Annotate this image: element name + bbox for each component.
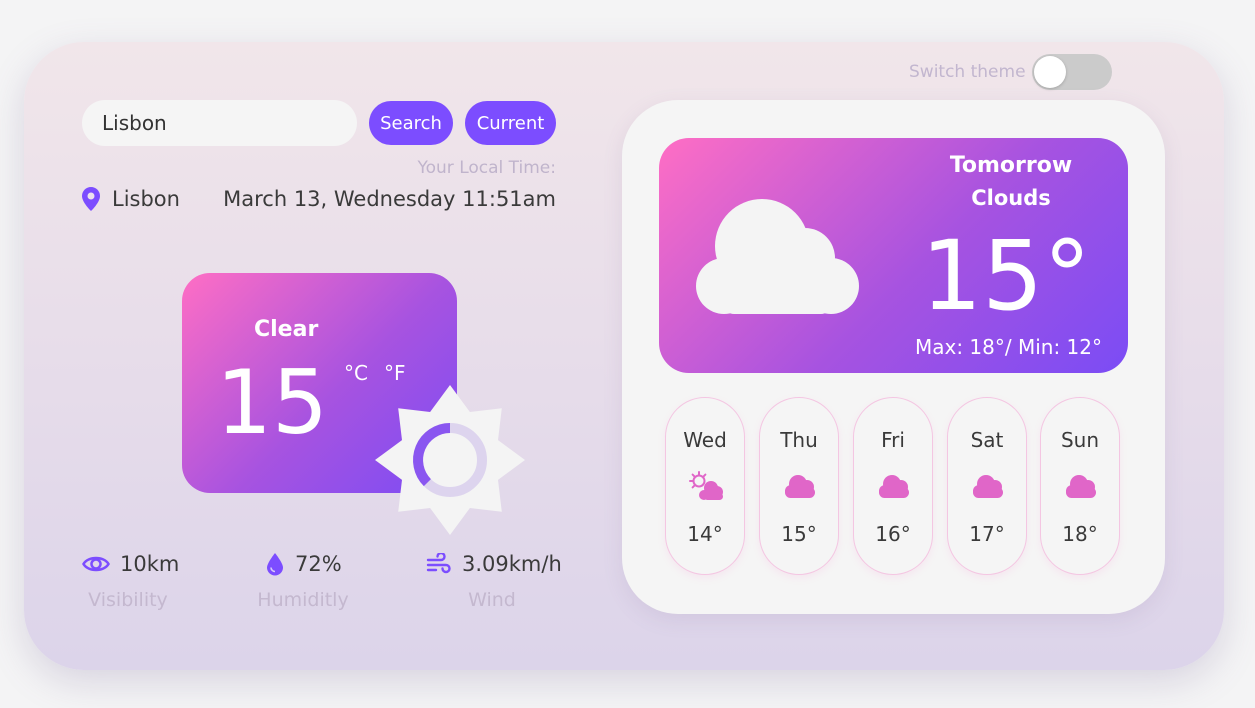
location: Lisbon: [82, 187, 180, 211]
tomorrow-temperature: 15°: [921, 220, 1092, 332]
cloud-icon: [785, 475, 815, 498]
visibility-stat: 10km: [82, 552, 179, 576]
location-pin-icon: [82, 187, 100, 211]
humidity-label: Humiditly: [257, 589, 349, 611]
forecast-day-fri[interactable]: Fri 16°: [853, 397, 933, 575]
tomorrow-title: Tomorrow: [949, 153, 1073, 178]
current-location-button[interactable]: Current: [465, 101, 556, 145]
toggle-knob[interactable]: [1033, 56, 1066, 88]
forecast-day-thu[interactable]: Thu 15°: [759, 397, 839, 575]
visibility-value: 10km: [120, 552, 180, 576]
wind-label: Wind: [468, 589, 516, 611]
wind-icon: [426, 553, 451, 574]
visibility-label: Visibility: [88, 589, 168, 611]
local-time-label: Your Local Time:: [417, 158, 557, 178]
eye-icon: [82, 556, 110, 572]
droplet-icon: [267, 553, 283, 576]
forecast-day-name: Fri: [881, 428, 905, 452]
forecast-day-temp: 18°: [1062, 522, 1098, 546]
forecast-panel: Tomorrow Clouds 15° Max: 18°/ Min: 12° W…: [622, 100, 1165, 614]
cloud-icon: [973, 475, 1003, 498]
forecast-day-sun[interactable]: Sun 18°: [1040, 397, 1120, 575]
forecast-day-name: Thu: [780, 428, 818, 452]
wind-stat: 3.09km/h: [426, 552, 562, 576]
tomorrow-min-max: Max: 18°/ Min: 12°: [914, 335, 1102, 359]
weather-app: Switch theme Search Current Your Local T…: [24, 42, 1224, 670]
forecast-day-sat[interactable]: Sat 17°: [947, 397, 1027, 575]
tomorrow-condition: Clouds: [971, 186, 1051, 210]
current-condition: Clear: [254, 317, 319, 342]
forecast-day-name: Sat: [970, 428, 1004, 452]
current-temperature: 15: [216, 351, 328, 454]
forecast-day-temp: 16°: [875, 522, 911, 546]
wind-value: 3.09km/h: [462, 552, 562, 576]
sun-cloud-icon: [689, 471, 723, 500]
theme-switch-label: Switch theme: [909, 62, 1026, 82]
forecast-day-temp: 15°: [781, 522, 817, 546]
forecast-day-name: Sun: [1060, 428, 1100, 452]
cloud-icon: [696, 199, 859, 314]
forecast-day-wed[interactable]: Wed 14°: [665, 397, 745, 575]
forecast-day-temp: 17°: [969, 522, 1005, 546]
search-button[interactable]: Search: [369, 101, 453, 145]
humidity-stat: 72%: [265, 552, 342, 576]
theme-toggle[interactable]: [1031, 54, 1112, 90]
forecast-day-temp: 14°: [687, 522, 723, 546]
theme-switch: Switch theme: [909, 54, 1112, 90]
humidity-value: 72%: [295, 552, 342, 576]
sun-icon: [375, 385, 525, 535]
city-name: Lisbon: [112, 187, 180, 211]
local-datetime: March 13, Wednesday 11:51am: [223, 187, 556, 211]
tomorrow-card: Tomorrow Clouds 15° Max: 18°/ Min: 12°: [659, 138, 1128, 373]
cloud-icon: [879, 475, 909, 498]
cloud-icon: [1066, 475, 1096, 498]
city-search-input[interactable]: [82, 100, 357, 146]
forecast-day-name: Wed: [683, 428, 727, 452]
celsius-toggle[interactable]: °C: [344, 361, 368, 385]
